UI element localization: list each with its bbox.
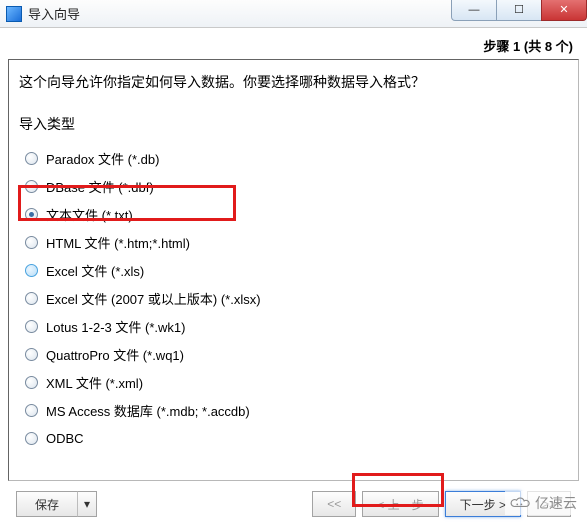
close-button[interactable]: ✕ bbox=[541, 0, 587, 21]
wizard-panel: 这个向导允许你指定如何导入数据。你要选择哪种数据导入格式？ 导入类型 Parad… bbox=[8, 59, 579, 481]
radio-icon[interactable] bbox=[25, 264, 38, 277]
minimize-button[interactable]: — bbox=[451, 0, 497, 21]
watermark: 亿速云 bbox=[505, 491, 581, 515]
option-label: Lotus 1-2-3 文件 (*.wk1) bbox=[46, 317, 185, 336]
import-option[interactable]: HTML 文件 (*.htm;*.html) bbox=[19, 228, 568, 256]
watermark-text: 亿速云 bbox=[535, 493, 577, 513]
instruction-text: 这个向导允许你指定如何导入数据。你要选择哪种数据导入格式？ bbox=[19, 72, 568, 92]
option-label: DBase 文件 (*.dbf) bbox=[46, 177, 154, 196]
option-label: ODBC bbox=[46, 431, 84, 446]
save-button[interactable]: 保存 bbox=[16, 491, 77, 517]
option-label: XML 文件 (*.xml) bbox=[46, 373, 143, 392]
import-option[interactable]: Paradox 文件 (*.db) bbox=[19, 144, 568, 172]
maximize-button[interactable]: ☐ bbox=[496, 0, 542, 21]
import-type-options: Paradox 文件 (*.db) DBase 文件 (*.dbf) 文本文件 (*… bbox=[19, 144, 568, 452]
import-option[interactable]: ODBC bbox=[19, 424, 568, 452]
import-option[interactable]: DBase 文件 (*.dbf) bbox=[19, 172, 568, 200]
radio-icon[interactable] bbox=[25, 180, 38, 193]
save-dropdown[interactable]: ▾ bbox=[77, 491, 97, 517]
import-option[interactable]: 文本文件 (*.txt) bbox=[19, 200, 568, 228]
option-label: Excel 文件 (*.xls) bbox=[46, 261, 144, 280]
import-option[interactable]: Excel 文件 (*.xls) bbox=[19, 256, 568, 284]
save-split-button[interactable]: 保存 ▾ bbox=[16, 491, 97, 517]
option-label: HTML 文件 (*.htm;*.html) bbox=[46, 233, 190, 252]
option-label: MS Access 数据库 (*.mdb; *.accdb) bbox=[46, 401, 250, 420]
import-option[interactable]: QuattroPro 文件 (*.wq1) bbox=[19, 340, 568, 368]
prev-button[interactable]: < 上一步 bbox=[362, 491, 438, 517]
radio-icon[interactable] bbox=[25, 208, 38, 221]
radio-icon[interactable] bbox=[25, 404, 38, 417]
option-label: Excel 文件 (2007 或以上版本) (*.xlsx) bbox=[46, 289, 261, 308]
window-title: 导入向导 bbox=[28, 4, 80, 23]
window-controls: — ☐ ✕ bbox=[452, 0, 587, 21]
radio-icon[interactable] bbox=[25, 376, 38, 389]
step-indicator: 步骤 1 (共 8 个) bbox=[8, 34, 579, 59]
import-option[interactable]: Lotus 1-2-3 文件 (*.wk1) bbox=[19, 312, 568, 340]
option-label: QuattroPro 文件 (*.wq1) bbox=[46, 345, 184, 364]
option-label: Paradox 文件 (*.db) bbox=[46, 149, 159, 168]
app-icon bbox=[6, 6, 22, 22]
button-bar: 保存 ▾ << < 上一步 下一步 > >> bbox=[8, 481, 579, 527]
radio-icon[interactable] bbox=[25, 432, 38, 445]
radio-icon[interactable] bbox=[25, 292, 38, 305]
import-option[interactable]: XML 文件 (*.xml) bbox=[19, 368, 568, 396]
import-option[interactable]: MS Access 数据库 (*.mdb; *.accdb) bbox=[19, 396, 568, 424]
radio-icon[interactable] bbox=[25, 236, 38, 249]
option-label: 文本文件 (*.txt) bbox=[46, 205, 133, 224]
radio-icon[interactable] bbox=[25, 348, 38, 361]
radio-icon[interactable] bbox=[25, 320, 38, 333]
titlebar: 导入向导 — ☐ ✕ bbox=[0, 0, 587, 28]
cloud-icon bbox=[509, 496, 531, 510]
radio-icon[interactable] bbox=[25, 152, 38, 165]
group-label: 导入类型 bbox=[19, 114, 568, 134]
first-button[interactable]: << bbox=[312, 491, 356, 517]
import-option[interactable]: Excel 文件 (2007 或以上版本) (*.xlsx) bbox=[19, 284, 568, 312]
